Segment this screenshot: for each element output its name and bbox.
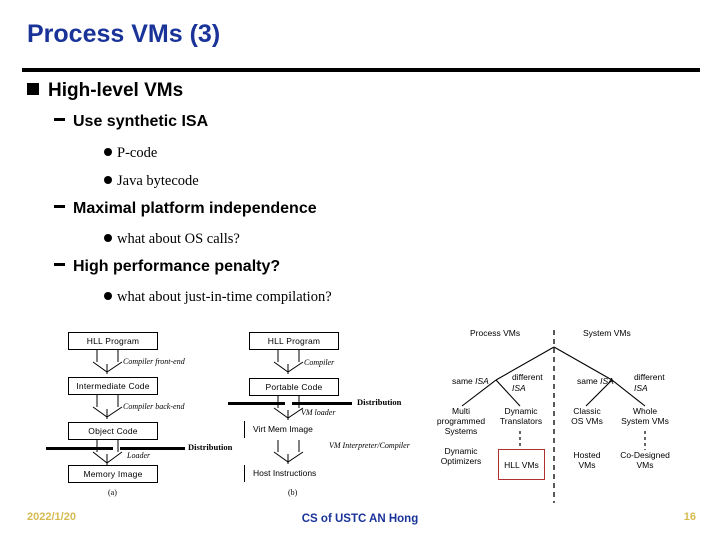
diagram-a-distribution-bar-right xyxy=(120,447,185,450)
node-line: Translators xyxy=(499,416,543,426)
node-line: Systems xyxy=(444,426,478,436)
edge-label-text: same xyxy=(577,376,601,386)
taxonomy-heading-system-vms: System VMs xyxy=(583,328,631,338)
diagram-b-node-host-instructions: Host Instructions xyxy=(253,468,317,478)
diagram-a-box-intermediate-code: Intermediate Code xyxy=(68,377,158,395)
diagram-figure: HLL Program Intermediate Code Object Cod… xyxy=(0,318,720,508)
taxonomy-node-hosted-vms: Hosted VMs xyxy=(559,450,615,470)
diagram-a-box-memory-image: Memory Image xyxy=(68,465,158,483)
diagram-a-box-object-code: Object Code xyxy=(68,422,158,440)
diagram-b-tick-virt-mem-image xyxy=(244,421,245,438)
footer-course-label: CS of USTC AN Hong xyxy=(301,513,419,525)
edge-label-text: same xyxy=(452,376,476,386)
node-line: System VMs xyxy=(621,416,669,426)
node-line: VMs xyxy=(578,460,596,470)
bullet-level3-p-code: P-code xyxy=(104,145,157,162)
diagram-b-label-vm-loader: VM loader xyxy=(301,408,336,417)
dash-bullet-icon xyxy=(54,263,65,266)
diagram-b-box-hll-program: HLL Program xyxy=(249,332,339,350)
diagram-b-distribution-bar-right xyxy=(292,402,352,405)
edge-label-isa: ISA xyxy=(634,383,648,393)
taxonomy-node-hll-vms: HLL VMs xyxy=(504,460,539,470)
node-line: Optimizers xyxy=(440,456,482,466)
bullet-text: High performance penalty? xyxy=(73,258,281,275)
taxonomy-heading-process-vms: Process VMs xyxy=(470,328,521,338)
footer-page-number: 16 xyxy=(683,511,696,523)
diagram-b-label-vm-interpreter-compiler: VM Interpreter/Compiler xyxy=(329,441,410,450)
bullet-level3-os-calls: what about OS calls? xyxy=(104,231,240,248)
taxonomy-edge-label-same-isa-system: same ISA xyxy=(577,376,614,386)
node-line: Classic xyxy=(573,406,601,416)
diagram-b-caption: (b) xyxy=(288,488,298,497)
disc-bullet-icon xyxy=(104,234,112,242)
bullet-text: what about just-in-time compilation? xyxy=(117,289,332,305)
dash-bullet-icon xyxy=(54,118,65,121)
diagram-a-box-hll-program: HLL Program xyxy=(68,332,158,350)
disc-bullet-icon xyxy=(104,292,112,300)
bullet-text: Java bytecode xyxy=(117,173,199,189)
bullet-level1-high-level-vms: High-level VMs xyxy=(27,80,183,102)
diagram-a-distribution-bar-left xyxy=(46,447,113,450)
disc-bullet-icon xyxy=(104,148,112,156)
node-line: Whole xyxy=(632,406,658,416)
page-title: Process VMs (3) xyxy=(27,20,221,48)
taxonomy-edge-label-same-isa-process: same ISA xyxy=(452,376,489,386)
node-line: VMs xyxy=(636,460,654,470)
bullet-text: P-code xyxy=(117,145,158,161)
diagram-b-distribution-bar-left xyxy=(228,402,285,405)
bullet-text: High-level VMs xyxy=(48,80,184,101)
node-line: programmed xyxy=(436,416,486,426)
edge-label-isa: ISA xyxy=(475,376,489,386)
dash-bullet-icon xyxy=(54,205,65,208)
edge-label-isa: ISA xyxy=(512,383,526,393)
node-line: Hosted xyxy=(573,450,601,460)
diagram-a-label-distribution: Distribution xyxy=(188,442,233,452)
title-divider xyxy=(22,68,700,72)
taxonomy-node-dynamic-optimizers: Dynamic Optimizers xyxy=(425,446,497,466)
diagram-a-label-compiler-front-end: Compiler front-end xyxy=(123,357,185,366)
square-bullet-icon xyxy=(27,83,39,95)
taxonomy-edge-label-different-isa-process: different ISA xyxy=(512,372,543,394)
diagram-a-label-loader: Loader xyxy=(127,451,151,460)
bullet-level3-jit-compilation: what about just-in-time compilation? xyxy=(104,289,332,306)
diagram-b-box-portable-code: Portable Code xyxy=(249,378,339,396)
taxonomy-node-classic-os-vms: Classic OS VMs xyxy=(559,406,615,426)
diagram-b-node-virt-mem-image: Virt Mem Image xyxy=(253,424,313,434)
taxonomy-node-co-designed-vms: Co-Designed VMs xyxy=(612,450,678,470)
bullet-text: Use synthetic ISA xyxy=(73,113,209,130)
taxonomy-node-whole-system-vms: Whole System VMs xyxy=(612,406,678,426)
edge-label-text: different xyxy=(512,372,543,382)
node-line: OS VMs xyxy=(571,416,603,426)
bullet-level2-high-performance-penalty: High performance penalty? xyxy=(54,258,280,276)
edge-label-text: different xyxy=(634,372,665,382)
bullet-text: Maximal platform independence xyxy=(73,200,317,217)
diagram-b-label-distribution: Distribution xyxy=(357,397,402,407)
node-line: Dynamic xyxy=(444,446,478,456)
bullet-level2-maximal-platform-independence: Maximal platform independence xyxy=(54,200,317,218)
taxonomy-edge-label-different-isa-system: different ISA xyxy=(634,372,665,394)
diagram-a-caption: (a) xyxy=(108,488,117,497)
bullet-level2-use-synthetic-isa: Use synthetic ISA xyxy=(54,113,208,131)
bullet-text: what about OS calls? xyxy=(117,231,240,247)
node-line: Co-Designed xyxy=(620,450,670,460)
edge-label-isa: ISA xyxy=(600,376,614,386)
taxonomy-node-multiprogrammed-systems: Multi programmed Systems xyxy=(425,406,497,436)
bullet-level3-java-bytecode: Java bytecode xyxy=(104,173,199,190)
diagram-a-label-compiler-back-end: Compiler back-end xyxy=(123,402,185,411)
diagram-b-label-compiler: Compiler xyxy=(304,358,335,367)
node-line: Dynamic xyxy=(504,406,538,416)
disc-bullet-icon xyxy=(104,176,112,184)
diagram-b-tick-host-instructions xyxy=(244,465,245,482)
node-line: Multi xyxy=(452,406,470,416)
taxonomy-node-dynamic-translators: Dynamic Translators xyxy=(492,406,550,426)
